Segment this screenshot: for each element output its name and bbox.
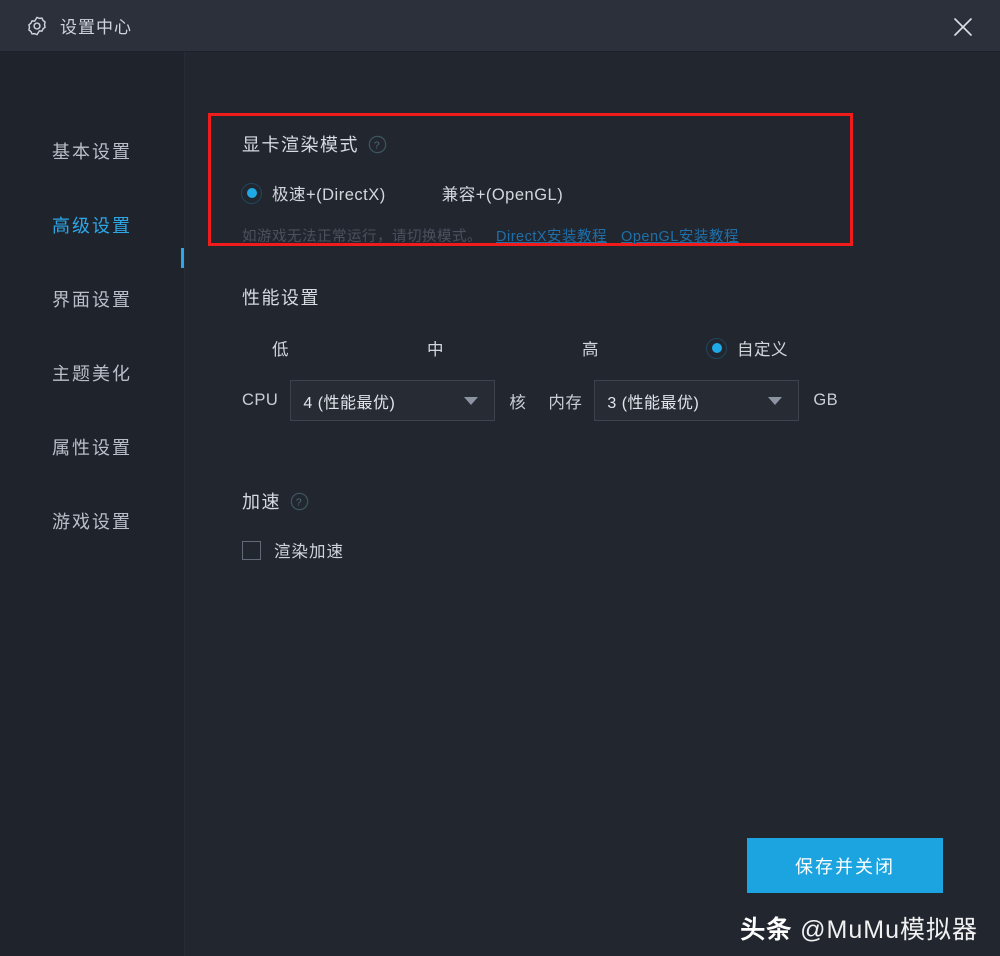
render-mode-option-label: 兼容+(OpenGL) — [441, 186, 564, 204]
save-and-close-button[interactable]: 保存并关闭 — [747, 838, 943, 893]
sidebar-active-indicator — [181, 248, 184, 268]
help-circle-icon[interactable]: ? — [368, 135, 387, 154]
render-mode-option-label: 极速+(DirectX) — [272, 186, 386, 204]
performance-option-label: 中 — [427, 341, 444, 359]
svg-text:?: ? — [374, 140, 381, 151]
sidebar-item-theme[interactable]: 主题美化 — [0, 336, 184, 410]
sidebar-item-game[interactable]: 游戏设置 — [0, 484, 184, 558]
cpu-label: CPU — [242, 391, 279, 409]
titlebar-left: 设置中心 — [0, 13, 132, 38]
svg-text:?: ? — [296, 497, 303, 508]
sidebar-item-advanced[interactable]: 高级设置 — [0, 188, 184, 262]
sidebar-item-label: 属性设置 — [52, 438, 132, 458]
performance-option-custom[interactable]: 自定义 — [707, 336, 788, 360]
sidebar-item-label: 游戏设置 — [52, 512, 132, 532]
gear-icon — [26, 15, 48, 37]
performance-option-low[interactable]: 低 — [242, 336, 397, 360]
directx-tutorial-link[interactable]: DirectX安装教程 — [496, 225, 607, 246]
render-mode-hint: 如游戏无法正常运行，请切换模式。 — [242, 229, 482, 245]
render-mode-title: 显卡渲染模式 — [242, 135, 359, 155]
acceleration-title-row: 加速 ? — [242, 488, 344, 514]
close-icon — [951, 15, 975, 39]
acceleration-section: 加速 ? 渲染加速 — [242, 488, 344, 562]
radio-dot-high — [552, 339, 571, 358]
watermark-handle: @MuMu模拟器 — [800, 916, 978, 944]
performance-option-label: 高 — [582, 341, 599, 359]
settings-window: 设置中心 基本设置 高级设置 界面设置 主题美化 属性设置 游戏设置 显卡渲染模… — [0, 0, 1000, 956]
watermark-prefix: 头条 — [740, 916, 793, 944]
window-title: 设置中心 — [60, 18, 132, 37]
radio-dot-medium — [397, 339, 416, 358]
performance-option-medium[interactable]: 中 — [397, 336, 552, 360]
performance-title: 性能设置 — [242, 288, 320, 308]
render-acceleration-label: 渲染加速 — [274, 543, 344, 561]
render-mode-title-row: 显卡渲染模式 ? — [242, 131, 842, 157]
sidebar-item-label: 主题美化 — [52, 364, 132, 384]
render-acceleration-checkbox[interactable] — [242, 540, 261, 560]
sidebar-item-label: 界面设置 — [52, 290, 132, 310]
chevron-down-icon — [768, 396, 783, 405]
chevron-down-icon — [464, 396, 479, 405]
radio-dot-directx — [242, 184, 261, 203]
performance-title-row: 性能设置 — [242, 284, 922, 310]
render-mode-option-directx[interactable]: 极速+(DirectX) — [242, 181, 386, 205]
close-button[interactable] — [944, 8, 982, 46]
performance-section: 性能设置 低 中 高 自定义 CPU 4 (性能最优) 核 内存 3 (性能最优… — [242, 284, 922, 421]
acceleration-title: 加速 — [242, 492, 281, 512]
performance-options: 低 中 高 自定义 — [242, 336, 922, 360]
cpu-select[interactable]: 4 (性能最优) — [290, 380, 496, 421]
radio-dot-opengl — [412, 184, 431, 203]
render-mode-options: 极速+(DirectX) 兼容+(OpenGL) — [242, 181, 842, 205]
memory-label: 内存 — [548, 393, 583, 412]
help-circle-icon[interactable]: ? — [290, 492, 309, 511]
sidebar-item-basic[interactable]: 基本设置 — [0, 114, 184, 188]
render-mode-option-opengl[interactable]: 兼容+(OpenGL) — [412, 181, 564, 205]
sidebar-item-interface[interactable]: 界面设置 — [0, 262, 184, 336]
performance-option-label: 自定义 — [737, 341, 788, 359]
performance-fields: CPU 4 (性能最优) 核 内存 3 (性能最优) GB — [242, 380, 922, 421]
watermark: 头条 @MuMu模拟器 — [740, 910, 978, 946]
performance-option-label: 低 — [272, 341, 289, 359]
content-panel: 显卡渲染模式 ? 极速+(DirectX) 兼容+(OpenGL) 如游戏无法正… — [185, 52, 1000, 956]
titlebar: 设置中心 — [0, 0, 1000, 52]
render-acceleration-checkbox-row[interactable]: 渲染加速 — [242, 538, 344, 562]
opengl-tutorial-link[interactable]: OpenGL安装教程 — [621, 225, 739, 246]
sidebar-item-label: 高级设置 — [52, 216, 132, 236]
radio-dot-custom — [707, 339, 726, 358]
render-mode-hint-row: 如游戏无法正常运行，请切换模式。 DirectX安装教程 OpenGL安装教程 — [242, 225, 842, 246]
performance-option-high[interactable]: 高 — [552, 336, 707, 360]
radio-dot-low — [242, 339, 261, 358]
sidebar: 基本设置 高级设置 界面设置 主题美化 属性设置 游戏设置 — [0, 52, 185, 956]
sidebar-item-label: 基本设置 — [52, 142, 132, 162]
cpu-unit: 核 — [509, 393, 527, 412]
sidebar-item-property[interactable]: 属性设置 — [0, 410, 184, 484]
cpu-select-value: 4 (性能最优) — [303, 394, 396, 412]
memory-select-value: 3 (性能最优) — [607, 394, 700, 412]
memory-unit: GB — [813, 391, 839, 409]
memory-select[interactable]: 3 (性能最优) — [594, 380, 800, 421]
render-mode-section: 显卡渲染模式 ? 极速+(DirectX) 兼容+(OpenGL) 如游戏无法正… — [242, 131, 842, 246]
